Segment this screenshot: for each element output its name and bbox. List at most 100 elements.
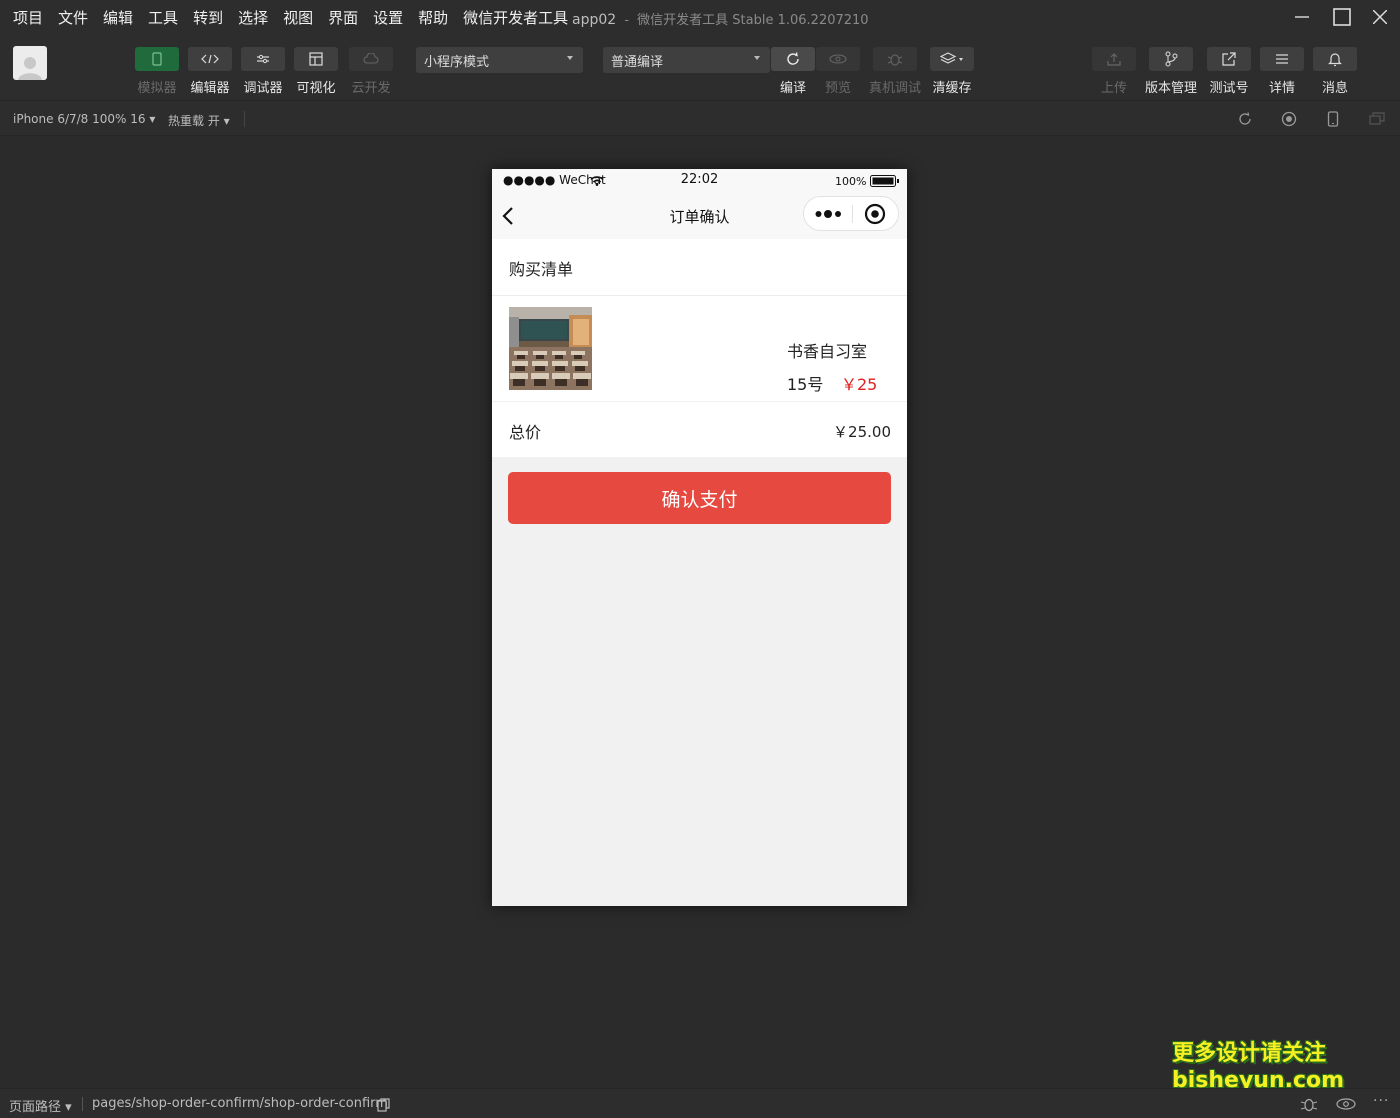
capsule-divider	[852, 205, 853, 223]
menu-lines-icon	[1276, 54, 1288, 64]
more-icon[interactable]: ···	[1373, 1093, 1389, 1109]
copy-icon[interactable]	[377, 1098, 390, 1112]
windows-icon	[1369, 112, 1385, 125]
real-device-debug-button[interactable]: 真机调试	[869, 47, 922, 96]
device-frame-button[interactable]	[1324, 110, 1342, 128]
cloud-icon	[363, 53, 379, 64]
close-icon	[1373, 10, 1387, 24]
refresh-icon	[787, 52, 799, 65]
rotate-icon	[1239, 112, 1251, 125]
item-thumbnail	[509, 307, 592, 390]
eye-icon[interactable]	[1336, 1098, 1356, 1110]
page-path: pages/shop-order-confirm/shop-order-conf…	[92, 1096, 388, 1111]
menu-wechat-devtools[interactable]: 微信开发者工具	[463, 7, 568, 28]
test-account-button[interactable]: 测试号	[1206, 47, 1252, 96]
compile-mode-select[interactable]: 普通编译	[603, 47, 770, 73]
device-select-value: iPhone 6/7/8 100% 16	[13, 112, 146, 126]
menu-interface[interactable]: 界面	[328, 7, 358, 28]
window-title: app02 - 微信开发者工具 Stable 1.06.2207210	[572, 9, 869, 28]
classroom-image	[509, 307, 592, 390]
preview-button[interactable]: 预览	[815, 47, 861, 96]
mode-select-value: 小程序模式	[424, 54, 490, 70]
visual-label: 可视化	[296, 81, 336, 96]
simulator-button[interactable]: 模拟器	[134, 47, 180, 96]
mobile-icon	[1327, 111, 1339, 127]
item-seat: 15号	[787, 375, 824, 394]
confirm-pay-button[interactable]: 确认支付	[508, 472, 891, 524]
capsule-menu	[803, 196, 899, 231]
rotate-button[interactable]	[1236, 110, 1254, 128]
divider	[492, 295, 907, 296]
preview-label: 预览	[824, 81, 851, 96]
total-section: 总价 ￥25.00	[492, 402, 907, 457]
purchase-list-title: 购买清单	[509, 260, 574, 279]
page-path-label: 页面路径	[9, 1100, 62, 1115]
watermark: 更多设计请关注 bisheyun.com	[1172, 1040, 1344, 1094]
phone-icon	[152, 52, 162, 66]
subbar-divider	[244, 111, 245, 127]
menu-file[interactable]: 文件	[58, 7, 88, 28]
layout-icon	[309, 52, 323, 66]
version-control-button[interactable]: 版本管理	[1145, 47, 1197, 96]
menu-goto[interactable]: 转到	[193, 7, 223, 28]
maximize-button[interactable]	[1322, 0, 1362, 34]
cloud-button[interactable]: 云开发	[348, 47, 394, 96]
clear-cache-button[interactable]: 清缓存	[929, 47, 975, 96]
menu-help[interactable]: 帮助	[418, 7, 448, 28]
editor-label: 编辑器	[190, 81, 230, 96]
simulator-subbar: iPhone 6/7/8 100% 16 ▾ 热重载 开 ▾	[0, 100, 1400, 136]
menu-select[interactable]: 选择	[238, 7, 268, 28]
menu-bar: 项目 文件 编辑 工具 转到 选择 视图 界面 设置 帮助 微信开发者工具 ap…	[0, 0, 1400, 34]
close-target-icon[interactable]	[864, 203, 886, 225]
bottombar-divider	[82, 1097, 83, 1111]
menu-settings[interactable]: 设置	[373, 7, 403, 28]
battery-percent: 100%	[835, 175, 867, 188]
chevron-down-icon	[567, 56, 573, 60]
editor-button[interactable]: 编辑器	[187, 47, 233, 96]
page-path-select[interactable]: 页面路径 ▾	[9, 1096, 72, 1115]
bell-icon	[1328, 53, 1342, 67]
compile-mode-value: 普通编译	[611, 54, 664, 70]
menu-view[interactable]: 视图	[283, 7, 313, 28]
messages-label: 消息	[1321, 81, 1348, 96]
hot-reload-select[interactable]: 热重载 开 ▾	[168, 112, 230, 129]
details-button[interactable]: 详情	[1259, 47, 1305, 96]
bottom-status-bar: 页面路径 ▾ pages/shop-order-confirm/shop-ord…	[0, 1088, 1400, 1118]
upload-button[interactable]: 上传	[1091, 47, 1137, 96]
item-name: 书香自习室	[787, 342, 868, 361]
visual-button[interactable]: 可视化	[293, 47, 339, 96]
device-select[interactable]: iPhone 6/7/8 100% 16 ▾	[13, 112, 155, 126]
code-icon	[201, 54, 219, 64]
debugger-button[interactable]: 调试器	[240, 47, 286, 96]
menu-project[interactable]: 项目	[13, 7, 43, 28]
messages-button[interactable]: 消息	[1312, 47, 1358, 96]
toolbar: 模拟器 编辑器 调试器 可视化 云开发 小程序模式 普通编译 编译 预览 真机调…	[0, 34, 1400, 100]
compile-label: 编译	[779, 81, 806, 96]
watermark-line-1: 更多设计请关注	[1172, 1041, 1327, 1066]
close-button[interactable]	[1360, 0, 1400, 34]
bug-icon[interactable]	[1300, 1096, 1318, 1112]
external-link-icon	[1222, 52, 1236, 66]
menu-edit[interactable]: 编辑	[103, 7, 133, 28]
real-device-debug-label: 真机调试	[869, 81, 922, 96]
upload-label: 上传	[1100, 81, 1127, 96]
menu-tools[interactable]: 工具	[148, 7, 178, 28]
total-label: 总价	[509, 423, 542, 442]
clear-cache-label: 清缓存	[932, 81, 972, 96]
phone-simulator: ●●●●● WeChat 22:02 100% 订单确认 购买清单 书香自习室 …	[492, 169, 907, 906]
mode-select[interactable]: 小程序模式	[416, 47, 583, 73]
layers-icon	[940, 52, 963, 64]
simulator-label: 模拟器	[137, 81, 177, 96]
debugger-label: 调试器	[243, 81, 283, 96]
maximize-icon	[1333, 8, 1351, 26]
record-button[interactable]	[1280, 110, 1298, 128]
upload-icon	[1107, 53, 1121, 66]
user-avatar[interactable]	[13, 46, 47, 80]
debug-icon	[257, 54, 269, 64]
compile-button[interactable]: 编译	[770, 47, 816, 96]
more-dots-icon[interactable]	[815, 209, 843, 219]
detach-window-button[interactable]	[1368, 110, 1386, 128]
user-icon	[18, 57, 42, 80]
minimize-button[interactable]	[1282, 0, 1322, 34]
eye-icon	[829, 54, 847, 64]
